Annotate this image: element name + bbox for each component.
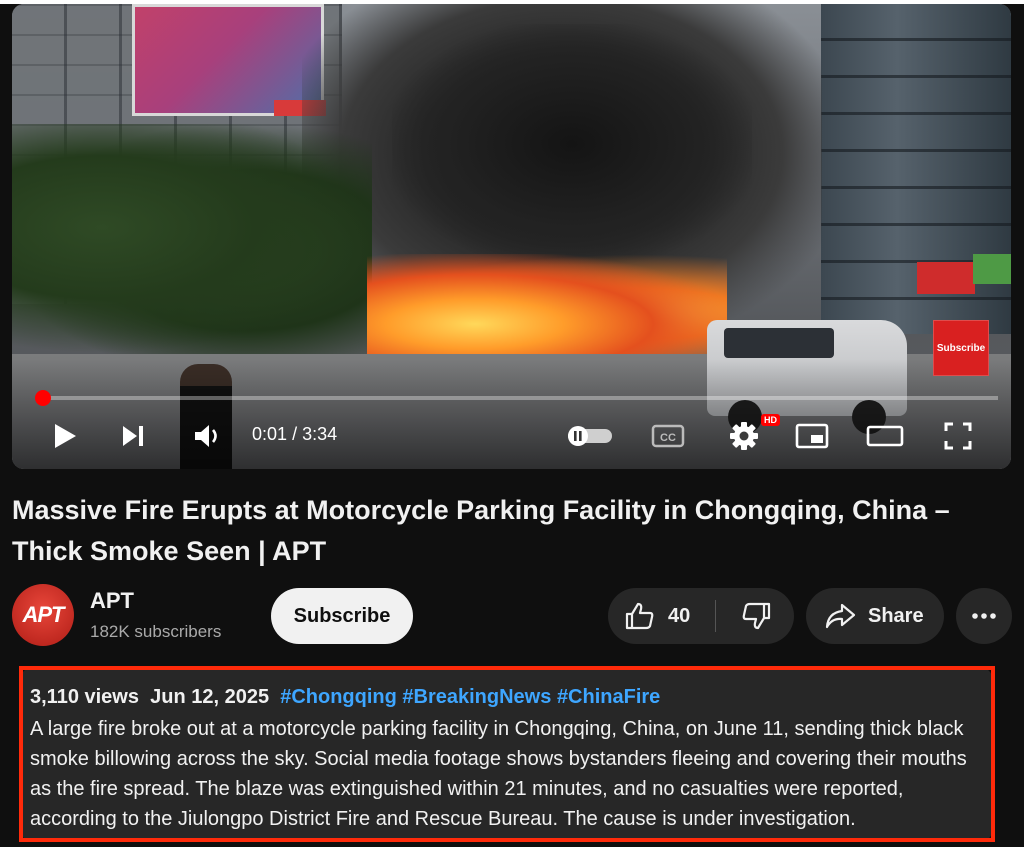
video-building-right-floors <box>821 4 1011 334</box>
duration: 3:34 <box>302 424 338 444</box>
channel-name[interactable]: APT <box>90 588 134 614</box>
subscribe-watermark[interactable]: Subscribe <box>933 320 989 376</box>
progress-scrubber[interactable] <box>34 390 51 406</box>
fullscreen-button[interactable] <box>938 416 978 456</box>
hashtags: #Chongqing #BreakingNews #ChinaFire <box>280 686 660 708</box>
play-icon <box>55 424 76 448</box>
autoplay-toggle[interactable] <box>564 416 616 456</box>
time-separator: / <box>292 424 303 444</box>
share-button[interactable]: Share <box>806 588 944 644</box>
video-title: Massive Fire Erupts at Motorcycle Parkin… <box>12 495 950 566</box>
hashtag-link[interactable]: #Chongqing <box>280 686 397 708</box>
description-text: A large fire broke out at a motorcycle p… <box>30 718 967 830</box>
video-trees <box>12 124 372 354</box>
play-button[interactable] <box>48 416 82 456</box>
like-divider <box>715 600 716 632</box>
upload-date: Jun 12, 2025 <box>150 686 270 708</box>
settings-button[interactable] <box>724 416 764 456</box>
like-dislike-group: 40 <box>608 588 794 644</box>
share-label: Share <box>868 604 924 627</box>
view-count: 3,110 views <box>30 686 139 708</box>
video-controls-gradient <box>12 359 1011 469</box>
volume-icon <box>195 425 217 447</box>
fullscreen-icon <box>944 422 972 450</box>
gear-icon <box>730 422 758 450</box>
svg-text:CC: CC <box>660 432 676 444</box>
volume-button[interactable] <box>188 416 228 456</box>
hashtag-link[interactable]: #BreakingNews <box>402 686 551 708</box>
video-fire <box>367 254 727 354</box>
like-button[interactable]: 40 <box>608 588 714 644</box>
thumbs-down-icon <box>742 602 771 630</box>
more-horizontal-icon <box>972 613 996 619</box>
progress-bar[interactable] <box>34 390 998 406</box>
video-shop-sign-red <box>917 262 975 294</box>
video-van-window <box>724 328 834 358</box>
theater-mode-button[interactable] <box>864 416 906 456</box>
subscribe-button[interactable]: Subscribe <box>271 588 413 644</box>
video-player[interactable]: Subscribe 0:01 / 3:34 CC HD <box>12 4 1011 469</box>
time-display: 0:01 / 3:34 <box>252 424 337 445</box>
next-button[interactable] <box>116 416 150 456</box>
more-actions-button[interactable] <box>956 588 1012 644</box>
like-count: 40 <box>668 604 691 627</box>
captions-icon: CC <box>651 424 685 448</box>
dislike-button[interactable] <box>720 588 792 644</box>
hashtag-link[interactable]: #ChinaFire <box>557 686 660 708</box>
autoplay-toggle-icon <box>568 426 612 446</box>
miniplayer-button[interactable] <box>792 416 832 456</box>
captions-button[interactable]: CC <box>648 416 688 456</box>
description-meta: 3,110 views Jun 12, 2025 #Chongqing #Bre… <box>30 686 660 709</box>
miniplayer-icon <box>795 423 829 449</box>
video-shop-sign-green <box>973 254 1011 284</box>
theater-mode-icon <box>866 425 904 447</box>
avatar[interactable]: APT <box>12 584 74 646</box>
share-icon <box>825 603 856 629</box>
subscriber-count: 182K subscribers <box>90 622 222 641</box>
video-smoke-core <box>392 24 752 264</box>
thumbs-up-icon <box>625 602 654 630</box>
current-time: 0:01 <box>252 424 288 444</box>
next-icon <box>123 426 143 446</box>
hd-badge: HD <box>761 414 780 426</box>
